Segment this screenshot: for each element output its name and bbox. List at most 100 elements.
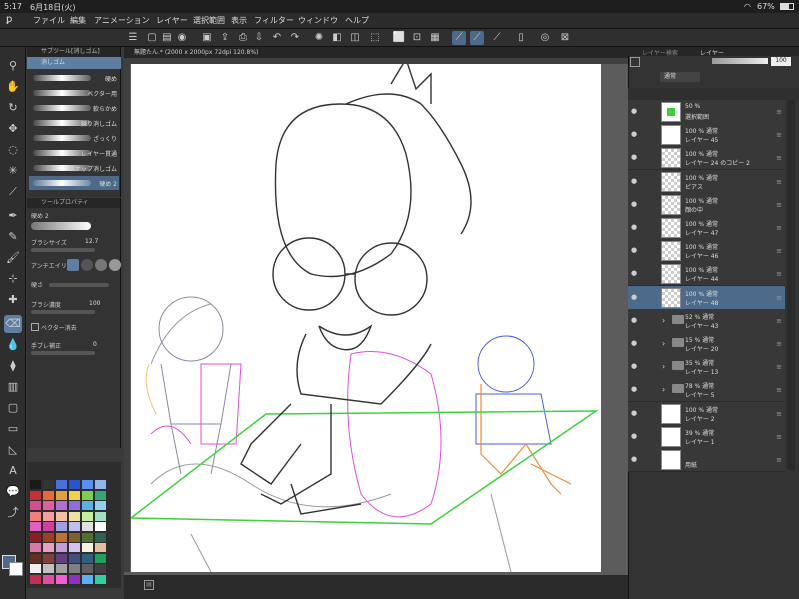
- layer-row[interactable]: ● › 78 % 通常 レイヤー 5 ≡: [628, 378, 785, 403]
- layer-scrollbar[interactable]: [787, 100, 795, 470]
- stabilize-value[interactable]: 0: [93, 341, 97, 348]
- layer-row[interactable]: ● 100 % 通常 ピアス ≡: [628, 169, 785, 194]
- color-swatch[interactable]: [43, 553, 54, 563]
- color-swatch[interactable]: [82, 480, 93, 489]
- menu-window[interactable]: ウィンドウ: [298, 15, 338, 26]
- color-swatch[interactable]: [43, 543, 54, 552]
- menu-layer[interactable]: レイヤー: [156, 15, 188, 26]
- color-swatch[interactable]: [43, 522, 54, 531]
- brush-item[interactable]: スナップ消しゴム: [29, 161, 119, 175]
- text-icon[interactable]: A: [4, 462, 22, 480]
- color-swatch[interactable]: [95, 490, 106, 500]
- panel-toggle-icon[interactable]: ☰: [126, 31, 140, 45]
- layer-row[interactable]: ● 100 % 通常 顔の中 ≡: [628, 192, 785, 217]
- antialias-none-icon[interactable]: [67, 259, 79, 271]
- menu-filter[interactable]: フィルター: [254, 15, 294, 26]
- save-icon[interactable]: ▣: [200, 31, 214, 45]
- brush-size-value[interactable]: 12.7: [85, 238, 98, 245]
- open-icon[interactable]: ▤: [160, 31, 174, 45]
- ruler-icon[interactable]: ◺: [4, 441, 22, 459]
- navigator-icon[interactable]: ▤: [144, 580, 154, 590]
- eye-icon[interactable]: ●: [631, 362, 641, 372]
- eye-icon[interactable]: ●: [631, 432, 641, 442]
- menu-selection[interactable]: 選択範囲: [193, 15, 225, 26]
- brush-size-slider[interactable]: [31, 248, 95, 252]
- gradient-icon[interactable]: ▥: [4, 378, 22, 396]
- sub-color-swatch[interactable]: [9, 562, 23, 576]
- antialias-weak-icon[interactable]: [81, 259, 93, 271]
- color-swatch[interactable]: [43, 511, 54, 521]
- layer-menu-icon[interactable]: ≡: [776, 224, 782, 232]
- deselect-icon[interactable]: ⬜: [392, 31, 406, 45]
- layer-row[interactable]: ● › 52 % 通常 レイヤー 43 ≡: [628, 308, 785, 333]
- brush-icon[interactable]: 🖌: [4, 249, 22, 267]
- zoom-icon[interactable]: ⚲: [4, 57, 22, 75]
- color-swatch[interactable]: [95, 501, 106, 510]
- device-icon[interactable]: ▯: [514, 31, 528, 45]
- color-swatch[interactable]: [56, 522, 67, 531]
- antialias-mid-icon[interactable]: [95, 259, 107, 271]
- density-value[interactable]: 100: [89, 300, 100, 307]
- color-swatch[interactable]: [69, 543, 80, 552]
- chevron-right-icon[interactable]: ›: [662, 362, 665, 371]
- tab-layer[interactable]: レイヤー: [700, 48, 724, 57]
- layer-menu-icon[interactable]: ≡: [776, 154, 782, 162]
- blend-icon[interactable]: 💧: [4, 336, 22, 354]
- color-swatch[interactable]: [43, 501, 54, 510]
- clear-icon[interactable]: ◫: [348, 31, 362, 45]
- menu-edit[interactable]: 編集: [70, 15, 86, 26]
- app-logo-icon[interactable]: ꝑ: [6, 14, 12, 25]
- ruler-snap-icon[interactable]: ⟋: [452, 31, 466, 45]
- decoration-icon[interactable]: ✚: [4, 291, 22, 309]
- color-swatch[interactable]: [95, 574, 106, 584]
- rotate-icon[interactable]: ↻: [4, 99, 22, 117]
- tab-layer-search[interactable]: レイヤー検索: [642, 48, 678, 57]
- layer-menu-icon[interactable]: ≡: [776, 108, 782, 116]
- brush-item[interactable]: レイヤー貫通: [29, 146, 119, 160]
- color-swatch[interactable]: [82, 543, 93, 552]
- color-swatch[interactable]: [69, 564, 80, 573]
- hardness-slider[interactable]: [49, 283, 109, 287]
- color-swatch[interactable]: [82, 553, 93, 563]
- layer-row[interactable]: ● 100 % 通常 レイヤー 2 ≡: [628, 401, 785, 426]
- color-swatch[interactable]: [30, 574, 41, 584]
- layer-menu-icon[interactable]: ≡: [776, 363, 782, 371]
- color-swatch[interactable]: [82, 511, 93, 521]
- grid-icon[interactable]: ▦: [428, 31, 442, 45]
- color-swatch[interactable]: [69, 490, 80, 500]
- color-swatch[interactable]: [56, 511, 67, 521]
- color-swatch[interactable]: [95, 553, 106, 563]
- layer-row[interactable]: ● 100 % 通常 レイヤー 46 ≡: [628, 239, 785, 264]
- color-swatch[interactable]: [56, 501, 67, 510]
- color-swatch[interactable]: [43, 574, 54, 584]
- layer-menu-icon[interactable]: ≡: [776, 456, 782, 464]
- chevron-right-icon[interactable]: ›: [662, 385, 665, 394]
- color-swatch[interactable]: [43, 532, 54, 542]
- vector-icon[interactable]: ⟋: [490, 31, 504, 45]
- layer-row[interactable]: ● › 35 % 通常 レイヤー 13 ≡: [628, 355, 785, 380]
- color-swatch[interactable]: [69, 480, 80, 489]
- eye-icon[interactable]: ●: [631, 409, 641, 419]
- eye-icon[interactable]: ●: [631, 246, 641, 256]
- stabilize-slider[interactable]: [31, 351, 95, 355]
- eye-icon[interactable]: ●: [631, 130, 641, 140]
- menu-help[interactable]: ヘルプ: [345, 15, 369, 26]
- color-swatch[interactable]: [82, 532, 93, 542]
- layer-menu-icon[interactable]: ≡: [776, 201, 782, 209]
- color-swatch[interactable]: [56, 532, 67, 542]
- eyedropper-icon[interactable]: ⟋: [4, 183, 22, 201]
- canvas-icon[interactable]: ⊠: [558, 31, 572, 45]
- antialias-strong-icon[interactable]: [109, 259, 121, 271]
- color-swatch[interactable]: [69, 511, 80, 521]
- layer-menu-icon[interactable]: ≡: [776, 270, 782, 278]
- layer-row[interactable]: ● 100 % 通常 レイヤー 47 ≡: [628, 216, 785, 240]
- eye-icon[interactable]: ●: [631, 107, 641, 117]
- color-swatch[interactable]: [69, 522, 80, 531]
- color-swatch[interactable]: [30, 522, 41, 531]
- record-icon[interactable]: ◉: [175, 31, 189, 45]
- color-swatch[interactable]: [56, 543, 67, 552]
- color-swatch[interactable]: [95, 480, 106, 489]
- layer-menu-icon[interactable]: ≡: [776, 247, 782, 255]
- hand-icon[interactable]: ✋: [4, 78, 22, 96]
- eye-icon[interactable]: ●: [631, 455, 641, 465]
